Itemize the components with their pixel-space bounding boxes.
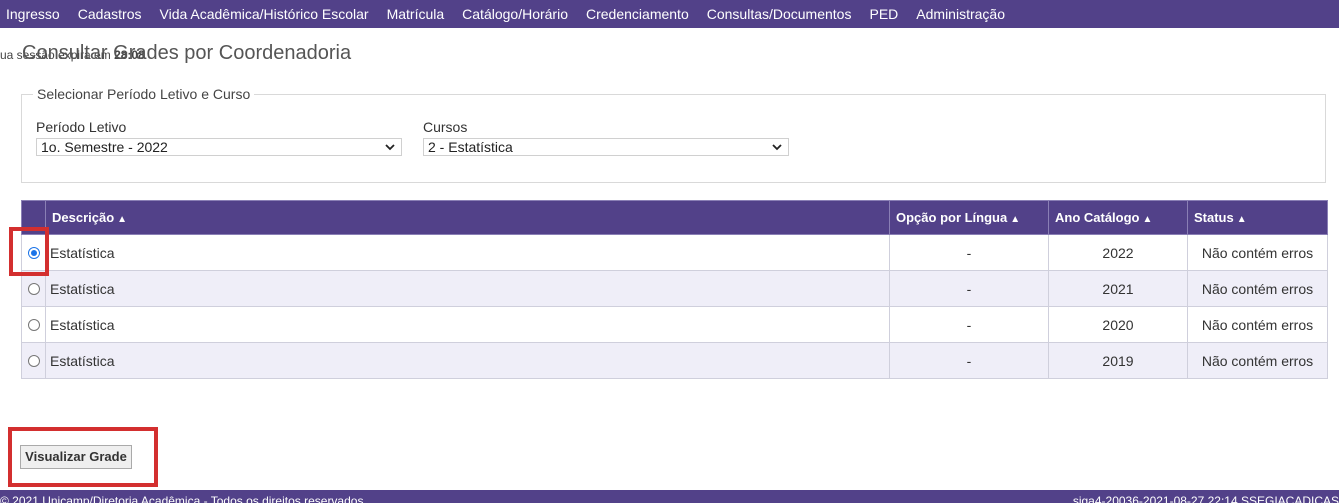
menu-item-consultas-documentos[interactable]: Consultas/Documentos bbox=[698, 0, 861, 28]
cell-opcao: - bbox=[889, 306, 1049, 343]
sort-icon: ▲︎ bbox=[117, 214, 128, 225]
col-ano-label: Ano Catálogo bbox=[1055, 210, 1140, 225]
row-select-radio[interactable] bbox=[27, 354, 40, 367]
row-select-radio[interactable] bbox=[27, 318, 40, 331]
cell-descricao: Estatística bbox=[45, 234, 890, 271]
view-grade-button[interactable]: Visualizar Grade bbox=[20, 445, 132, 469]
course-select-value: 2 - Estatística bbox=[428, 139, 513, 155]
cell-ano: 2022 bbox=[1048, 234, 1188, 271]
footer: © 2021 Unicamp/Diretoria Acadêmica - Tod… bbox=[0, 490, 1339, 503]
period-select-value: 1o. Semestre - 2022 bbox=[41, 139, 168, 155]
table-row: Estatística - 2022 Não contém erros bbox=[21, 234, 1328, 271]
chevron-down-icon bbox=[385, 144, 395, 151]
row-radio-cell bbox=[21, 306, 46, 343]
cell-descricao: Estatística bbox=[45, 342, 890, 379]
row-select-radio[interactable] bbox=[27, 282, 40, 295]
highlight-box-radio bbox=[9, 227, 49, 276]
menu-item-ped[interactable]: PED bbox=[860, 0, 907, 28]
sort-icon: ▲︎ bbox=[1236, 214, 1247, 225]
col-ano[interactable]: Ano Catálogo ▲︎ bbox=[1048, 200, 1188, 235]
col-descricao-label: Descrição bbox=[52, 210, 115, 225]
row-radio-cell bbox=[21, 342, 46, 379]
menu-item-cadastros[interactable]: Cadastros bbox=[69, 0, 151, 28]
cell-opcao: - bbox=[889, 234, 1049, 271]
col-opcao-label: Opção por Língua bbox=[896, 210, 1008, 225]
page-title: Consultar Grades por Coordenadoria bbox=[22, 42, 352, 64]
col-status[interactable]: Status ▲︎ bbox=[1187, 200, 1328, 235]
cell-status: Não contém erros bbox=[1187, 270, 1328, 307]
menu-item-catalogo-horario[interactable]: Catálogo/Horário bbox=[453, 0, 577, 28]
menu-item-credenciamento[interactable]: Credenciamento bbox=[577, 0, 698, 28]
col-status-label: Status bbox=[1194, 210, 1234, 225]
chevron-down-icon bbox=[772, 144, 782, 151]
table-row: Estatística - 2019 Não contém erros bbox=[21, 342, 1328, 379]
period-select[interactable]: 1o. Semestre - 2022 bbox=[36, 138, 402, 156]
cell-status: Não contém erros bbox=[1187, 342, 1328, 379]
cell-opcao: - bbox=[889, 270, 1049, 307]
filter-legend: Selecionar Período Letivo e Curso bbox=[33, 86, 255, 102]
footer-copyright: © 2021 Unicamp/Diretoria Acadêmica - Tod… bbox=[0, 494, 364, 503]
cell-ano: 2021 bbox=[1048, 270, 1188, 307]
cell-ano: 2020 bbox=[1048, 306, 1188, 343]
course-label: Cursos bbox=[423, 119, 468, 135]
menu-item-vida-academica[interactable]: Vida Acadêmica/Histórico Escolar bbox=[151, 0, 378, 28]
period-label: Período Letivo bbox=[36, 119, 127, 135]
cell-status: Não contém erros bbox=[1187, 306, 1328, 343]
cell-status: Não contém erros bbox=[1187, 234, 1328, 271]
menu-item-ingresso[interactable]: Ingresso bbox=[0, 0, 69, 28]
table-header-row: Descrição ▲︎ Opção por Língua ▲︎ Ano Catál… bbox=[21, 200, 1328, 235]
footer-build-info: siga4-20036-2021-08-27 22:14 SSEGIACADIC… bbox=[1072, 494, 1339, 503]
menu-item-administracao[interactable]: Administração bbox=[907, 0, 1014, 28]
cell-opcao: - bbox=[889, 342, 1049, 379]
table-row: Estatística - 2021 Não contém erros bbox=[21, 270, 1328, 307]
sort-icon: ▲︎ bbox=[1142, 214, 1153, 225]
table-row: Estatística - 2020 Não contém erros bbox=[21, 306, 1328, 343]
cell-ano: 2019 bbox=[1048, 342, 1188, 379]
grades-table: Descrição ▲︎ Opção por Língua ▲︎ Ano Catál… bbox=[21, 200, 1328, 379]
sort-icon: ▲︎ bbox=[1010, 214, 1021, 225]
cell-descricao: Estatística bbox=[45, 306, 890, 343]
cell-descricao: Estatística bbox=[45, 270, 890, 307]
course-select[interactable]: 2 - Estatística bbox=[423, 138, 789, 156]
main-menu: Ingresso Cadastros Vida Acadêmica/Histór… bbox=[0, 0, 1339, 28]
col-opcao[interactable]: Opção por Língua ▲︎ bbox=[889, 200, 1049, 235]
col-descricao[interactable]: Descrição ▲︎ bbox=[45, 200, 890, 235]
menu-item-matricula[interactable]: Matrícula bbox=[378, 0, 454, 28]
